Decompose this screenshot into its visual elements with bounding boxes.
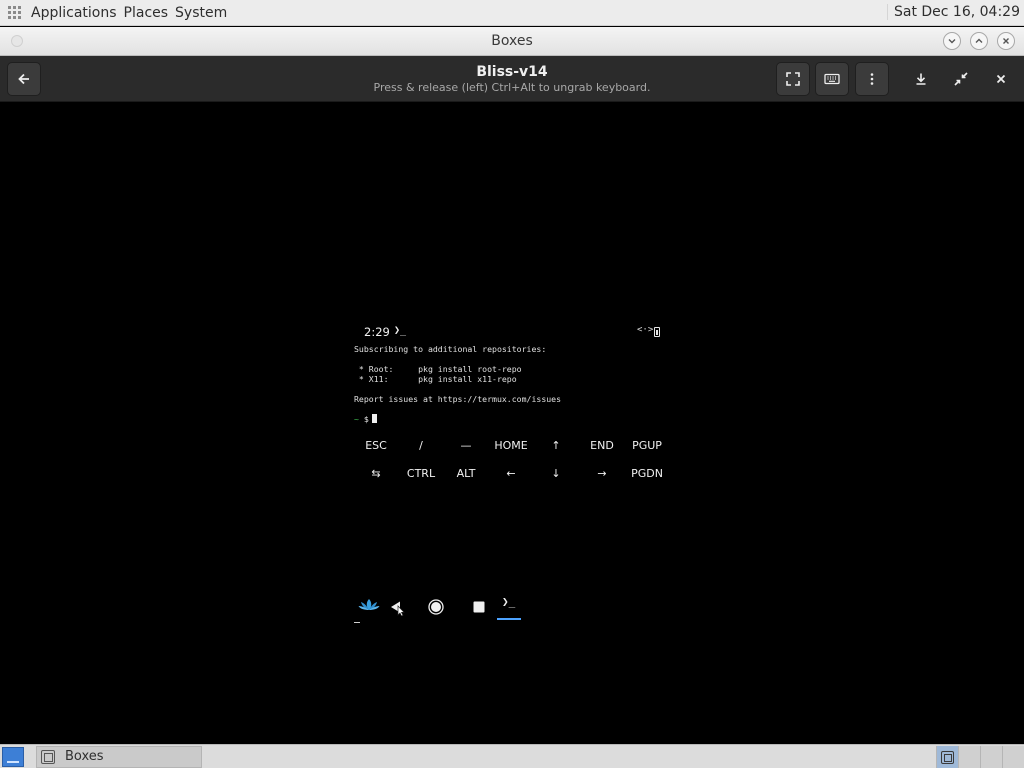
workspace-switcher xyxy=(936,746,1024,768)
chevron-down-icon xyxy=(948,39,956,44)
terminal-nav-icon[interactable]: ❯_ xyxy=(502,595,515,608)
apps-grid-icon[interactable] xyxy=(8,5,22,20)
window-title: Boxes xyxy=(491,33,533,49)
keyboard-icon xyxy=(824,73,840,85)
menu-system[interactable]: System xyxy=(175,5,227,21)
download-icon xyxy=(916,73,926,85)
taskbar-boxes-button[interactable]: Boxes xyxy=(36,745,202,768)
minimize-button[interactable] xyxy=(943,32,961,50)
key-end[interactable]: END xyxy=(582,439,622,452)
download-button[interactable] xyxy=(906,64,936,94)
text-cursor xyxy=(371,414,377,423)
nav-divider xyxy=(354,622,360,623)
terminal-status-icon: ❯_ xyxy=(394,325,407,336)
home-nav-icon[interactable] xyxy=(428,599,444,615)
boxes-app-icon xyxy=(41,749,55,764)
close-vm-button[interactable] xyxy=(986,64,1016,94)
top-panel: Applications Places System Sat Dec 16, 0… xyxy=(0,0,1024,26)
taskbar-boxes-label: Boxes xyxy=(65,749,104,764)
more-vertical-icon xyxy=(870,73,874,85)
lotus-icon[interactable] xyxy=(358,598,380,612)
close-icon xyxy=(1003,38,1009,44)
workspace-4[interactable] xyxy=(1002,746,1024,768)
menu-applications[interactable]: Applications xyxy=(31,5,117,21)
key-alt[interactable]: ALT xyxy=(446,467,486,480)
window-menu-icon[interactable] xyxy=(11,35,23,47)
key-pgup[interactable]: PGUP xyxy=(627,439,667,452)
key-dash[interactable]: — xyxy=(446,439,486,452)
fullscreen-button[interactable] xyxy=(776,62,810,96)
key-tab[interactable]: ⇆ xyxy=(356,467,396,480)
maximize-button[interactable] xyxy=(970,32,988,50)
key-up[interactable]: ↑ xyxy=(536,439,576,452)
status-time: 2:29 xyxy=(364,325,390,339)
workspace-3[interactable] xyxy=(980,746,1002,768)
termux-screen[interactable]: 2:29 ❯_ <·> Subscribing to additional re… xyxy=(350,322,668,623)
restore-button[interactable] xyxy=(946,64,976,94)
terminal-line: Subscribing to additional repositories: xyxy=(354,344,547,354)
key-right[interactable]: → xyxy=(582,467,622,480)
key-left[interactable]: ← xyxy=(491,467,531,480)
workspace-2[interactable] xyxy=(958,746,980,768)
recents-nav-icon[interactable] xyxy=(473,601,485,613)
key-home[interactable]: HOME xyxy=(491,439,531,452)
close-icon xyxy=(996,74,1006,84)
prompt-symbol: $ xyxy=(363,414,369,424)
network-icon: <·> xyxy=(637,325,654,335)
menu-places[interactable]: Places xyxy=(124,5,169,21)
taskbar: Boxes xyxy=(0,744,1024,768)
workspace-1[interactable] xyxy=(936,746,958,768)
app-header: Bliss-v14 Press & release (left) Ctrl+Al… xyxy=(0,56,1024,102)
terminal-line: Report issues at https://termux.com/issu… xyxy=(354,394,562,404)
key-ctrl[interactable]: CTRL xyxy=(401,467,441,480)
show-desktop-button[interactable] xyxy=(2,746,24,767)
terminal-line: * X11: pkg install x11-repo xyxy=(354,374,517,384)
active-nav-indicator xyxy=(497,618,521,620)
terminal-line: * Root: pkg install root-repo xyxy=(354,364,522,374)
more-options-button[interactable] xyxy=(855,62,889,96)
prompt-tilde: ~ xyxy=(354,414,359,424)
window-titlebar[interactable]: Boxes xyxy=(0,27,1024,56)
key-esc[interactable]: ESC xyxy=(356,439,396,452)
terminal-prompt[interactable]: ~ $ xyxy=(354,414,377,424)
battery-icon xyxy=(654,327,660,337)
keyboard-button[interactable] xyxy=(815,62,849,96)
chevron-up-icon xyxy=(975,38,983,43)
close-window-button[interactable] xyxy=(997,32,1015,50)
boxes-app-icon xyxy=(941,750,954,764)
vm-display[interactable]: 2:29 ❯_ <·> Subscribing to additional re… xyxy=(0,102,1024,744)
key-down[interactable]: ↓ xyxy=(536,467,576,480)
key-slash[interactable]: / xyxy=(401,439,441,452)
key-pgdn[interactable]: PGDN xyxy=(627,467,667,480)
back-nav-icon[interactable] xyxy=(390,600,410,616)
fullscreen-icon xyxy=(786,72,800,86)
panel-clock[interactable]: Sat Dec 16, 04:29 xyxy=(886,4,1020,20)
shrink-icon xyxy=(954,72,968,86)
